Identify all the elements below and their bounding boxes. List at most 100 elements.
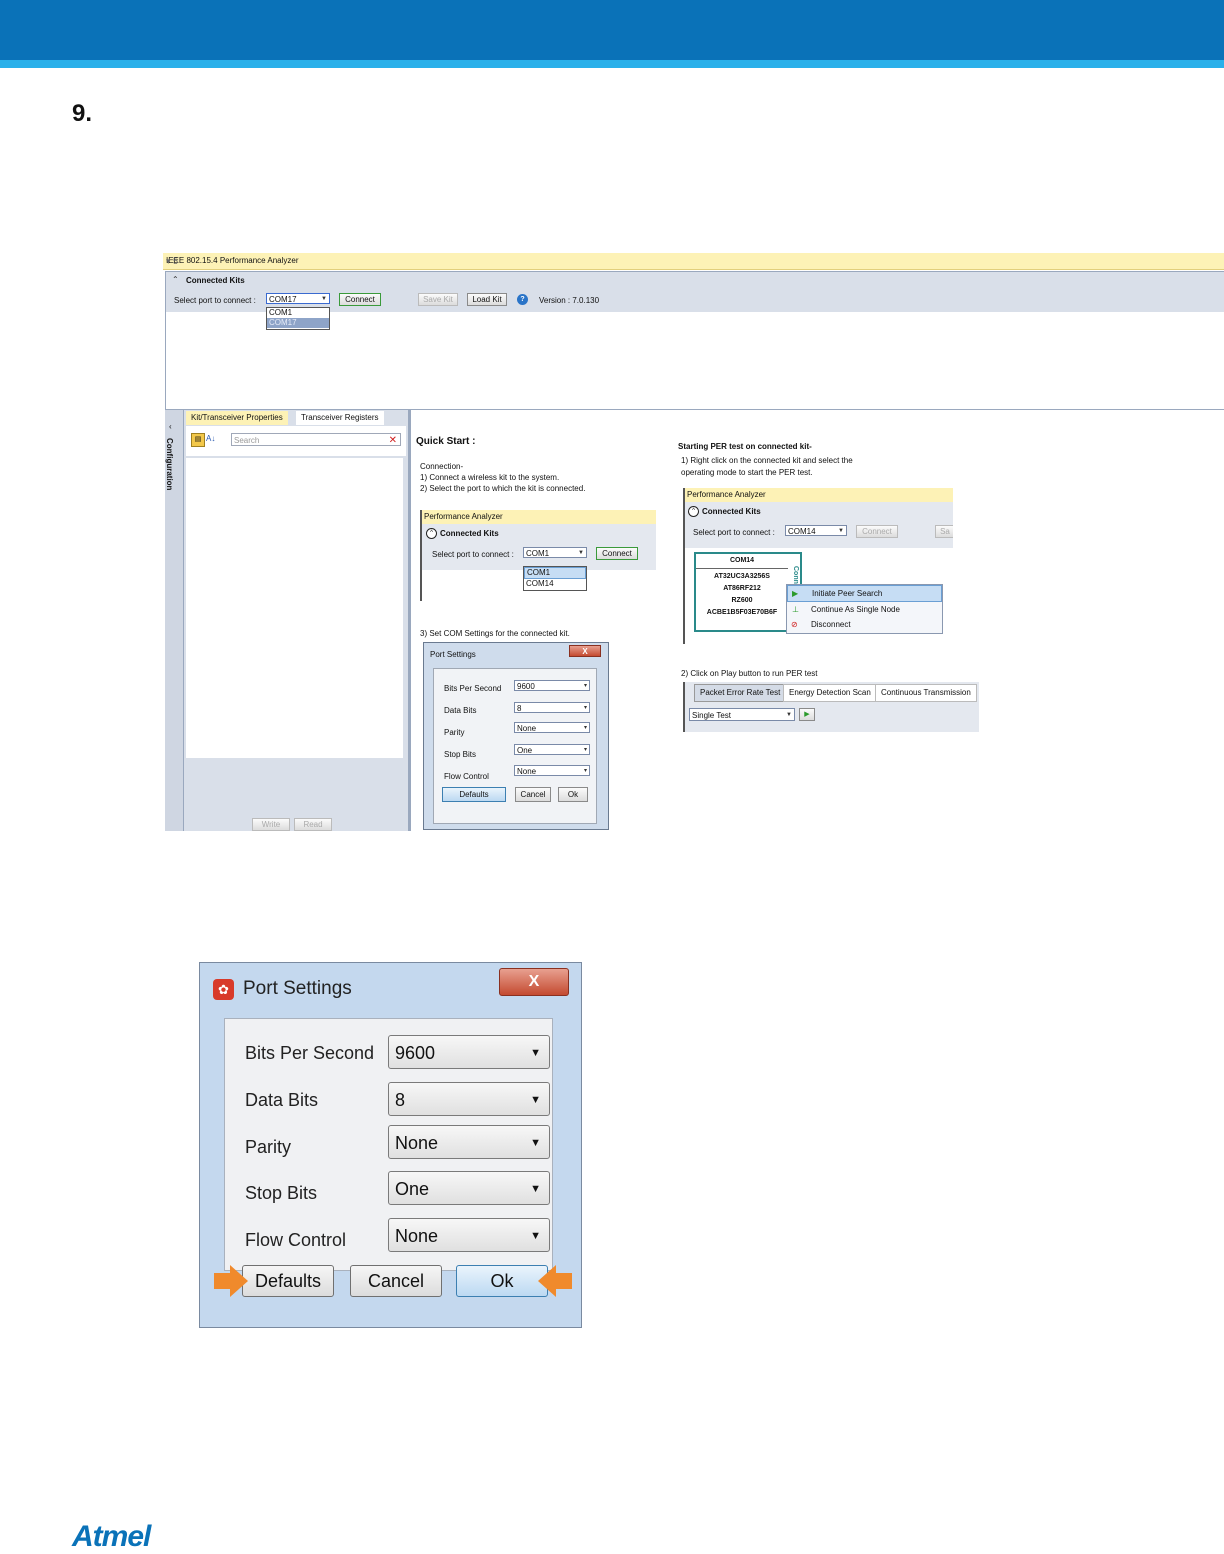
field-value: None (395, 1226, 439, 1246)
mini-port-dropdown[interactable]: COM1 COM14 (523, 566, 587, 591)
menu-item-initiate-peer-search[interactable]: ▶ Initiate Peer Search (787, 585, 942, 602)
search-input[interactable]: Search ✕ (231, 433, 401, 446)
flow-control-select[interactable]: None ▾ (514, 765, 590, 776)
window-controls[interactable]: ▾ 5 (166, 256, 1220, 267)
port-option[interactable]: COM1 (524, 567, 586, 579)
properties-panel: Kit/Transceiver Properties Transceiver R… (184, 410, 408, 831)
mini-connect-button[interactable]: Connect (596, 547, 638, 560)
app-logo-icon: ✿ (213, 979, 234, 1000)
field-value: None (517, 767, 537, 776)
field-value: 8 (395, 1090, 406, 1110)
ok-button[interactable]: Ok (456, 1265, 548, 1297)
port-option[interactable]: COM17 (267, 318, 329, 328)
connected-kits-panel: ⌃ Connected Kits Select port to connect … (165, 271, 1224, 410)
kit-mac: ACBE1B5F03E70B6F (706, 609, 778, 616)
collapse-icon[interactable]: ^ (426, 528, 437, 539)
tab-kit-properties[interactable]: Kit/Transceiver Properties (186, 411, 288, 425)
cancel-button[interactable]: Cancel (515, 787, 551, 802)
mini-select-port: Select port to connect : (432, 550, 514, 559)
tab-packet-error-rate[interactable]: Packet Error Rate Test (694, 684, 787, 702)
collapse-icon[interactable]: ⌃ (172, 275, 179, 284)
mini-port-value: COM1 (526, 549, 550, 558)
menu-item-disconnect[interactable]: ⊘ Disconnect (787, 617, 942, 632)
bits-per-second-select[interactable]: 9600 ▼ (388, 1035, 550, 1069)
collapse-icon[interactable]: ^ (688, 506, 699, 517)
data-bits-select[interactable]: 8 ▼ (388, 1082, 550, 1116)
mini-save-button[interactable]: Sa (935, 525, 953, 538)
cancel-button[interactable]: Cancel (350, 1265, 442, 1297)
chevron-down-icon: ▾ (583, 747, 587, 753)
read-button[interactable]: Read (294, 818, 332, 831)
mini-port-select[interactable]: COM1 ▼ (523, 547, 587, 558)
tab-continuous-transmission[interactable]: Continuous Transmission (875, 684, 977, 702)
close-icon[interactable]: X (569, 645, 601, 657)
sort-az-icon[interactable]: A↓ (206, 433, 220, 445)
chevron-down-icon: ▼ (530, 1183, 541, 1195)
mini-window-title: Performance Analyzer (422, 510, 656, 524)
select-port-label: Select port to connect : (174, 296, 256, 305)
test-mode-select[interactable]: Single Test ▼ (689, 708, 795, 721)
menu-item-label: Initiate Peer Search (812, 589, 883, 598)
port-select[interactable]: COM17 ▼ (266, 293, 330, 304)
kit-context-menu[interactable]: ▶ Initiate Peer Search ⊥ Continue As Singl… (786, 584, 943, 634)
parity-select[interactable]: None ▾ (514, 722, 590, 733)
save-kit-button[interactable]: Save Kit (418, 293, 458, 306)
stop-bits-select[interactable]: One ▾ (514, 744, 590, 755)
field-value: One (517, 746, 533, 755)
pointer-arrow-left-icon (538, 1265, 572, 1297)
clear-icon[interactable]: ✕ (389, 434, 397, 447)
port-option[interactable]: COM1 (267, 308, 329, 318)
ok-button[interactable]: Ok (558, 787, 588, 802)
bits-per-second-select[interactable]: 9600 ▾ (514, 680, 590, 691)
stop-bits-select[interactable]: One ▼ (388, 1171, 550, 1205)
kit-board: RZ600 (731, 597, 753, 604)
mini-toolbar: ^ Connected Kits Select port to connect … (685, 502, 953, 548)
field-value: 9600 (517, 682, 535, 691)
field-value: None (395, 1133, 439, 1153)
play-icon: ▶ (792, 589, 799, 598)
mini-port-select[interactable]: COM14 ▼ (785, 525, 847, 536)
per-test-panel: Packet Error Rate Test Energy Detection … (683, 682, 979, 732)
help-icon[interactable]: ? (517, 294, 528, 305)
field-value: 8 (517, 704, 522, 713)
per-step-2: 2) Click on Play button to run PER test (681, 669, 818, 678)
defaults-button[interactable]: Defaults (442, 787, 506, 802)
defaults-button[interactable]: Defaults (242, 1265, 334, 1297)
menu-item-label: Disconnect (811, 620, 851, 629)
mini-select-port: Select port to connect : (693, 528, 775, 537)
field-label: Stop Bits (444, 750, 477, 759)
categorize-icon[interactable]: ▤ (191, 433, 205, 447)
load-kit-button[interactable]: Load Kit (467, 293, 507, 306)
chevron-down-icon: ▼ (530, 1137, 541, 1149)
field-label: Flow Control (444, 772, 489, 781)
flow-control-select[interactable]: None ▼ (388, 1218, 550, 1252)
write-button[interactable]: Write (252, 818, 290, 831)
chevron-down-icon: ▾ (583, 683, 587, 689)
menu-item-single-node[interactable]: ⊥ Continue As Single Node (787, 602, 942, 617)
connected-kits-toolbar: ⌃ Connected Kits Select port to connect … (166, 272, 1224, 312)
connect-button[interactable]: Connect (339, 293, 381, 306)
tab-transceiver-registers[interactable]: Transceiver Registers (296, 411, 384, 425)
mini-window-title: Performance Analyzer (685, 488, 953, 502)
chevron-left-icon[interactable]: ‹ (169, 422, 172, 431)
version-label: Version : 7.0.130 (539, 296, 600, 305)
connection-title: Connection- (420, 462, 464, 471)
atmel-logo: Atmel (72, 1520, 151, 1553)
chevron-down-icon: ▾ (583, 725, 587, 731)
mini-connect-button[interactable]: Connect (856, 525, 898, 538)
properties-grid (186, 458, 403, 758)
connection-step-2: 2) Select the port to which the kit is c… (420, 484, 586, 493)
port-option[interactable]: COM14 (524, 579, 586, 589)
play-button[interactable]: ▶ (799, 708, 815, 721)
mini-analyzer-per: Performance Analyzer ^ Connected Kits Se… (683, 488, 953, 644)
data-bits-select[interactable]: 8 ▾ (514, 702, 590, 713)
tab-energy-detection[interactable]: Energy Detection Scan (783, 684, 877, 702)
search-placeholder: Search (234, 436, 260, 445)
configuration-label: Configuration (165, 438, 174, 491)
chevron-down-icon: ▼ (838, 528, 844, 534)
parity-select[interactable]: None ▼ (388, 1125, 550, 1159)
port-dropdown-list[interactable]: COM1 COM17 (266, 307, 330, 330)
per-test-title: Starting PER test on connected kit- (678, 442, 812, 451)
field-value: None (517, 724, 537, 733)
close-icon[interactable]: X (499, 968, 569, 996)
